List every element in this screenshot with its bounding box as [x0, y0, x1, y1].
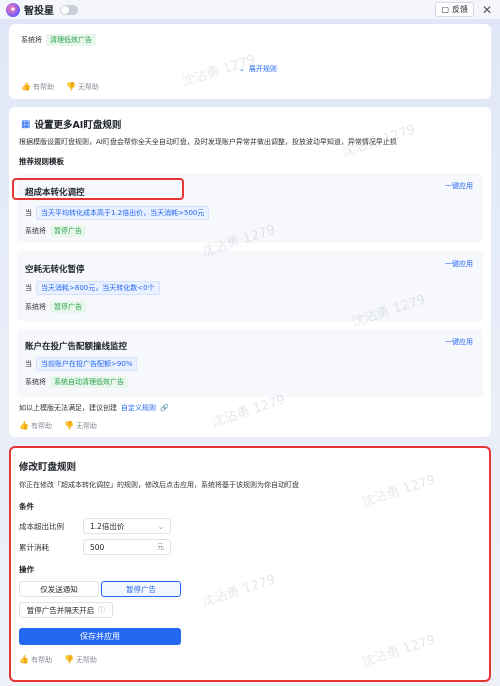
- actions-heading: 操作: [19, 565, 34, 574]
- edit-description: 你正在修改「超成本转化调控」的规则，修改后点击应用，系统将基于该规则为你自动盯盘: [19, 481, 299, 489]
- template-title: 账户在投广告配额撞线监控: [25, 342, 128, 352]
- condition-tag: 当天平均转化成本高于1.2倍出价，当天消耗>500元: [36, 206, 210, 220]
- not-helpful-label: 无帮助: [75, 656, 97, 664]
- edit-rule-card: 修改盯盘规则 你正在修改「超成本转化调控」的规则，修改后点击应用，系统将基于该规…: [9, 446, 491, 682]
- helpful-button[interactable]: 👍 有帮助: [19, 421, 52, 431]
- more-rules-card: ▦ 设置更多AI盯盘规则 根据模版设置盯盘规则，AI盯盘会帮你全天全自动盯盘，及…: [9, 107, 491, 437]
- not-helpful-button[interactable]: 👎 无帮助: [64, 655, 97, 665]
- chevron-down-icon: ⌄: [239, 65, 245, 73]
- apply-button[interactable]: 一键应用: [445, 337, 473, 347]
- helpful-button[interactable]: 👍 有帮助: [19, 655, 52, 665]
- when-label: 当: [25, 209, 32, 217]
- spend-value: 500: [90, 542, 105, 552]
- apply-button[interactable]: 一键应用: [445, 181, 473, 191]
- system-label: 系统将: [21, 36, 42, 44]
- pause-ad-option[interactable]: 暂停广告: [101, 581, 181, 597]
- chevron-down-icon: ⌄: [157, 521, 164, 531]
- custom-hint: 如以上模版无法满足，建议创建: [19, 404, 117, 412]
- spend-unit: 元: [157, 543, 164, 551]
- highlight-box: [12, 178, 184, 200]
- helpful-label: 有帮助: [32, 83, 54, 91]
- custom-rule-link[interactable]: 自定义规则: [121, 403, 156, 413]
- conditions-heading: 条件: [19, 502, 34, 511]
- not-helpful-label: 无帮助: [77, 83, 99, 91]
- when-label: 当: [25, 360, 32, 368]
- when-label: 当: [25, 284, 32, 292]
- cost-ratio-label: 成本超出比例: [19, 521, 64, 531]
- thumbs-up-icon: 👍: [19, 421, 29, 430]
- rules-icon: ▦: [21, 118, 31, 130]
- not-helpful-label: 无帮助: [75, 422, 97, 430]
- helpful-label: 有帮助: [30, 422, 52, 430]
- system-label: 系统将: [25, 227, 46, 235]
- helpful-button[interactable]: 👍 有帮助: [21, 82, 54, 92]
- condition-tag: 当前账户在投广告配额>90%: [36, 357, 138, 371]
- action-tag: 清理低效广告: [46, 34, 96, 46]
- not-helpful-button[interactable]: 👎 无帮助: [64, 421, 97, 431]
- thumbs-down-icon: 👎: [65, 82, 76, 91]
- templates-heading: 推荐规则模板: [19, 157, 64, 166]
- thumbs-up-icon: 👍: [21, 82, 31, 91]
- help-icon: ⓘ: [98, 606, 106, 614]
- feedback-icon: ▢: [441, 5, 449, 14]
- app-logo-icon: ✦: [6, 2, 20, 17]
- notify-only-option[interactable]: 仅发送通知: [19, 581, 99, 597]
- condition-tag: 当天消耗>800元，当天转化数<0个: [36, 281, 160, 295]
- thumbs-down-icon: 👎: [63, 655, 74, 664]
- apply-button[interactable]: 一键应用: [445, 259, 473, 269]
- system-label: 系统将: [25, 303, 46, 311]
- link-icon: 🔗: [160, 404, 169, 412]
- action-tag: 系统自动清理低效广告: [50, 376, 128, 388]
- cost-ratio-value: 1.2倍出价: [90, 521, 125, 531]
- thumbs-up-icon: 👍: [19, 655, 29, 664]
- thumbs-down-icon: 👎: [63, 421, 74, 430]
- action-tag: 暂停广告: [50, 301, 86, 313]
- app-name: 智投星: [24, 6, 54, 17]
- close-icon[interactable]: ✕: [480, 3, 494, 17]
- expand-rules-label: 展开规则: [248, 65, 277, 73]
- template-title: 空耗无转化暂停: [25, 265, 85, 275]
- mode-toggle[interactable]: [60, 4, 78, 15]
- not-helpful-button[interactable]: 👎 无帮助: [66, 82, 99, 92]
- card-title: 设置更多AI盯盘规则: [34, 120, 122, 131]
- expand-rules-link[interactable]: ⌄ 展开规则: [239, 64, 277, 74]
- spend-label: 累计消耗: [19, 542, 49, 552]
- feedback-button[interactable]: ▢ 反馈: [435, 2, 474, 17]
- pause-resume-label: 暂停广告并隔天开启: [26, 605, 95, 615]
- edit-title: 修改盯盘规则: [19, 462, 77, 473]
- template-card: 空耗无转化暂停 一键应用 当 当天消耗>800元，当天转化数<0个 系统将 暂停…: [17, 251, 483, 321]
- rule-card-top: 系统将 清理低效广告 ⌄ 展开规则 👍 有帮助 👎 无帮助: [9, 24, 491, 99]
- cost-ratio-select[interactable]: 1.2倍出价 ⌄: [83, 518, 171, 534]
- helpful-label: 有帮助: [30, 656, 52, 664]
- template-card: 账户在投广告配额撞线监控 一键应用 当 当前账户在投广告配额>90% 系统将 系…: [17, 329, 483, 397]
- card-description: 根据模版设置盯盘规则，AI盯盘会帮你全天全自动盯盘，及时发现账户异常并做出调整，…: [19, 138, 397, 146]
- top-bar: ✦ 智投星 ▢ 反馈 ✕: [0, 0, 500, 20]
- system-label: 系统将: [25, 378, 46, 386]
- action-tag: 暂停广告: [50, 225, 86, 237]
- feedback-label: 反馈: [452, 5, 468, 14]
- save-apply-button[interactable]: 保存并应用: [19, 628, 181, 645]
- pause-resume-option[interactable]: 暂停广告并隔天开启 ⓘ: [19, 602, 113, 618]
- spend-input[interactable]: 500 元: [83, 539, 171, 555]
